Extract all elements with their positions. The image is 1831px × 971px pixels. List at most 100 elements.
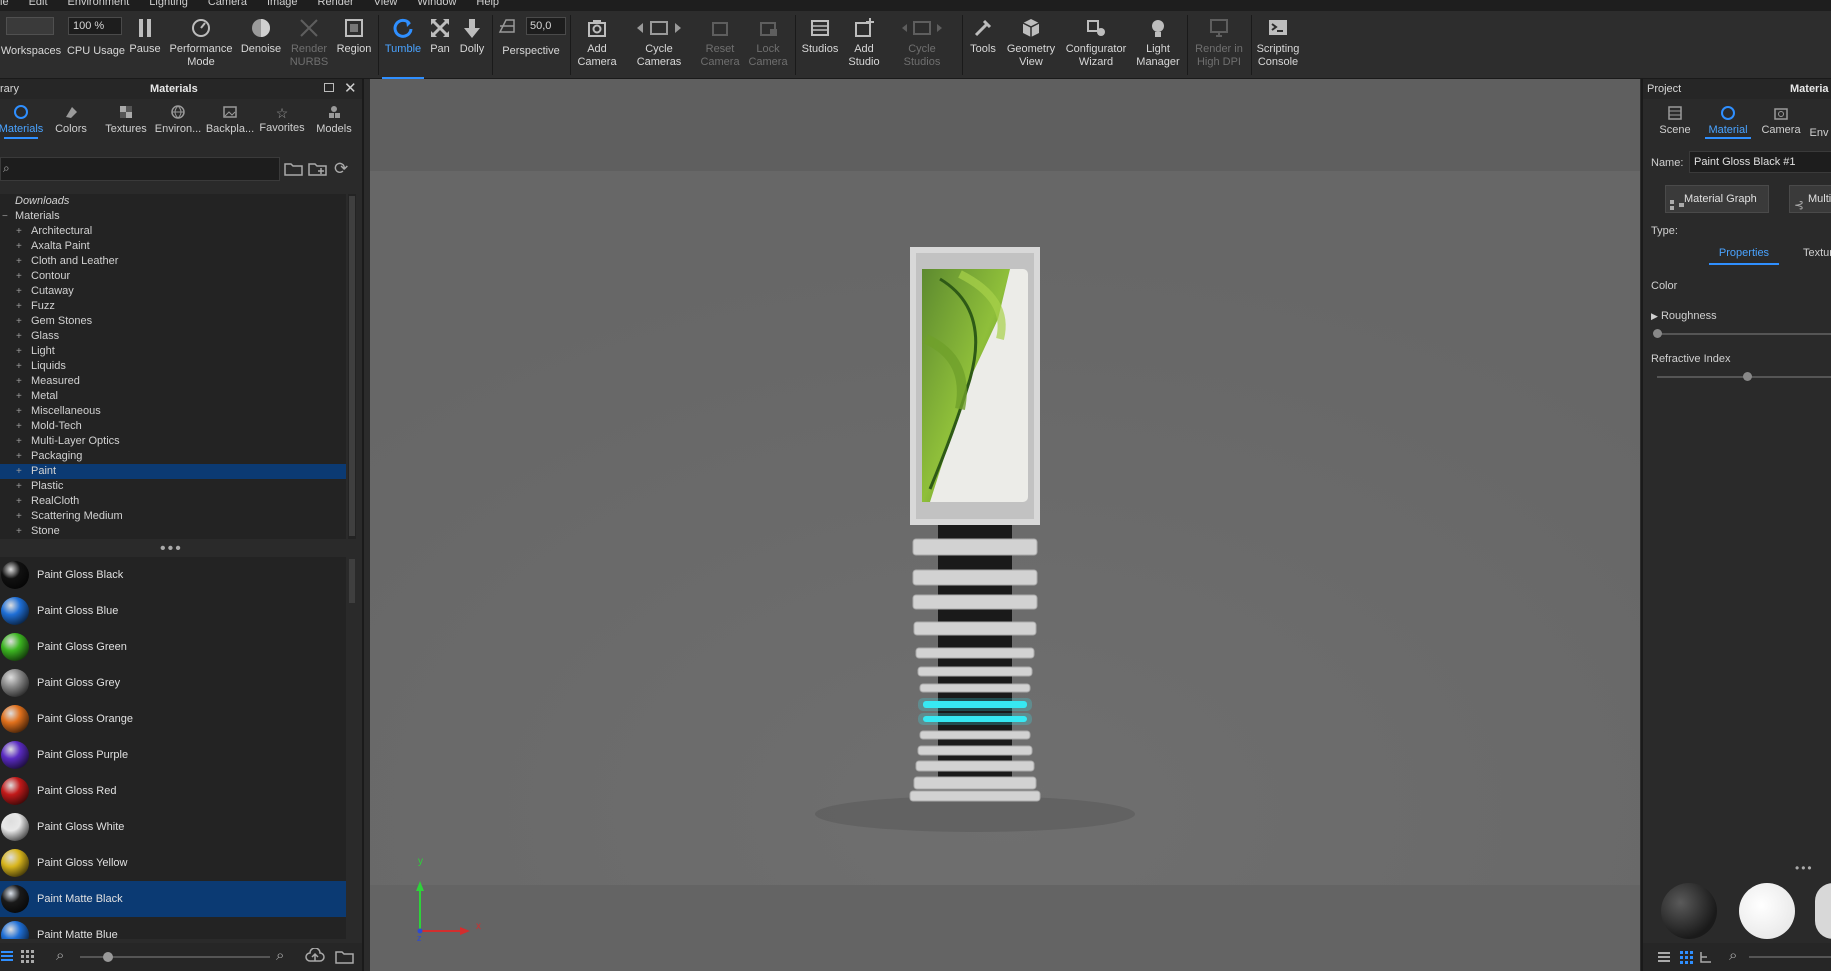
cloud-upload-icon[interactable] bbox=[305, 947, 325, 967]
expand-icon[interactable]: + bbox=[16, 449, 22, 464]
tab-camera[interactable]: Camera bbox=[1755, 101, 1807, 139]
material-list-item[interactable]: Paint Gloss Green bbox=[0, 629, 346, 665]
material-list-item[interactable]: Paint Matte Black bbox=[0, 881, 346, 917]
refresh-icon[interactable]: ⟳ bbox=[334, 159, 348, 179]
tab-colors[interactable]: Colors bbox=[42, 99, 100, 139]
preview-swatch-white[interactable] bbox=[1739, 883, 1795, 939]
workspaces-button[interactable]: Workspaces bbox=[0, 13, 62, 77]
add-folder-icon[interactable] bbox=[308, 161, 328, 180]
tools-button[interactable]: Tools bbox=[964, 13, 1002, 77]
thumbnail-size-slider-knob[interactable] bbox=[103, 952, 113, 962]
list-view-icon[interactable] bbox=[0, 949, 14, 966]
cycle-cameras-button[interactable]: Cycle Cameras bbox=[624, 13, 694, 77]
menu-environment[interactable]: Environment bbox=[68, 0, 130, 11]
denoise-button[interactable]: Denoise bbox=[237, 13, 285, 77]
tree-item[interactable]: + Glass bbox=[0, 329, 346, 344]
expand-icon[interactable]: + bbox=[16, 224, 22, 239]
performance-mode-button[interactable]: Performance Mode bbox=[166, 13, 236, 77]
tree-item[interactable]: + Liquids bbox=[0, 359, 346, 374]
configurator-wizard-button[interactable]: Configurator Wizard bbox=[1060, 13, 1132, 77]
lock-camera-button[interactable]: Lock Camera bbox=[745, 13, 791, 77]
add-studio-button[interactable]: Add Studio bbox=[843, 13, 885, 77]
render-nurbs-button[interactable]: Render NURBS bbox=[286, 13, 332, 77]
menu-window[interactable]: Window bbox=[417, 0, 456, 11]
render-viewport[interactable]: y x z bbox=[370, 79, 1640, 971]
material-list-item[interactable]: Paint Gloss Purple bbox=[0, 737, 346, 773]
preview-swatch-black[interactable] bbox=[1661, 883, 1717, 939]
tree-item[interactable]: + Fuzz bbox=[0, 299, 346, 314]
float-icon[interactable] bbox=[324, 83, 334, 92]
expand-icon[interactable]: + bbox=[16, 329, 22, 344]
expand-icon[interactable]: + bbox=[16, 239, 22, 254]
expand-icon[interactable]: + bbox=[16, 389, 22, 404]
material-list-item[interactable]: Paint Gloss White bbox=[0, 809, 346, 845]
tab-environment[interactable]: Env bbox=[1807, 101, 1831, 139]
light-manager-button[interactable]: Light Manager bbox=[1133, 13, 1183, 77]
open-folder-icon[interactable] bbox=[284, 161, 304, 180]
tab-environments[interactable]: Environ... bbox=[152, 99, 204, 139]
tree-item[interactable]: + Architectural bbox=[0, 224, 346, 239]
tree-item-materials[interactable]: − Materials bbox=[0, 209, 346, 224]
tree-item[interactable]: + Scattering Medium bbox=[0, 509, 346, 524]
region-button[interactable]: Region bbox=[333, 13, 375, 77]
close-icon[interactable]: ✕ bbox=[344, 79, 357, 99]
tree-item[interactable]: + Metal bbox=[0, 389, 346, 404]
tree-item[interactable]: + Axalta Paint bbox=[0, 239, 346, 254]
library-search-input[interactable]: ⌕ bbox=[0, 157, 280, 181]
expand-icon[interactable]: + bbox=[16, 479, 22, 494]
tree-item-downloads[interactable]: Downloads bbox=[0, 194, 346, 209]
cpu-usage-button[interactable]: CPU Usage bbox=[66, 13, 126, 77]
tree-item[interactable]: + Miscellaneous bbox=[0, 404, 346, 419]
material-graph-button[interactable]: Material Graph bbox=[1665, 185, 1769, 213]
tab-material[interactable]: Material bbox=[1701, 101, 1755, 139]
menu-edit[interactable]: Edit bbox=[29, 0, 48, 11]
expand-icon[interactable]: + bbox=[16, 374, 22, 389]
tree-item[interactable]: + Cutaway bbox=[0, 284, 346, 299]
material-list-item[interactable]: Paint Gloss Red bbox=[0, 773, 346, 809]
perspective-button[interactable]: Perspective bbox=[495, 13, 567, 77]
dolly-button[interactable]: Dolly bbox=[455, 13, 489, 77]
subtab-properties[interactable]: Properties bbox=[1705, 241, 1783, 265]
pan-button[interactable]: Pan bbox=[427, 13, 453, 77]
expand-icon[interactable]: + bbox=[16, 494, 22, 509]
material-list-item[interactable]: Paint Gloss Black bbox=[0, 557, 346, 593]
roughness-expander[interactable]: ▶ Roughness bbox=[1651, 310, 1717, 322]
tab-favorites[interactable]: ☆ Favorites bbox=[256, 99, 308, 139]
tree-item[interactable]: + Plastic bbox=[0, 479, 346, 494]
expand-icon[interactable]: + bbox=[16, 299, 22, 314]
expand-icon[interactable]: + bbox=[16, 419, 22, 434]
tree-item[interactable]: + Stone bbox=[0, 524, 346, 539]
roughness-slider-knob[interactable] bbox=[1653, 329, 1662, 338]
preview-swatch-third[interactable] bbox=[1815, 883, 1831, 939]
material-list-item[interactable]: Paint Gloss Yellow bbox=[0, 845, 346, 881]
zoom-in-icon[interactable]: ⌕ bbox=[276, 947, 284, 964]
expand-icon[interactable]: + bbox=[16, 269, 22, 284]
tab-backplates[interactable]: Backpla... bbox=[204, 99, 256, 139]
preview-splitter-handle[interactable]: ••• bbox=[1795, 861, 1814, 875]
tab-textures[interactable]: Textures bbox=[100, 99, 152, 139]
tree-item[interactable]: + Packaging bbox=[0, 449, 346, 464]
menu-help[interactable]: Help bbox=[476, 0, 499, 11]
zoom-out-icon[interactable]: ⌕ bbox=[1729, 947, 1737, 964]
expand-icon[interactable]: + bbox=[16, 434, 22, 449]
tree-item[interactable]: + Light bbox=[0, 344, 346, 359]
menu-image[interactable]: Image bbox=[267, 0, 298, 11]
grid-view-icon[interactable] bbox=[20, 949, 34, 966]
add-camera-button[interactable]: Add Camera bbox=[572, 13, 622, 77]
tree-item[interactable]: + Contour bbox=[0, 269, 346, 284]
tab-materials[interactable]: Materials bbox=[0, 99, 43, 139]
tree-scrollbar-thumb[interactable] bbox=[349, 196, 355, 536]
expand-icon[interactable]: + bbox=[16, 344, 22, 359]
zoom-out-icon[interactable]: ⌕ bbox=[56, 947, 64, 964]
material-list-scrollbar-thumb[interactable] bbox=[349, 559, 355, 603]
tree-item[interactable]: + Multi-Layer Optics bbox=[0, 434, 346, 449]
cycle-studios-button[interactable]: Cycle Studios bbox=[886, 13, 958, 77]
tree-item[interactable]: + Paint bbox=[0, 464, 346, 479]
studios-button[interactable]: Studios bbox=[797, 13, 843, 77]
render-high-dpi-button[interactable]: Render in High DPI bbox=[1189, 13, 1249, 77]
expand-icon[interactable]: + bbox=[16, 524, 22, 539]
menu-lighting[interactable]: Lighting bbox=[149, 0, 188, 11]
menu-camera[interactable]: Camera bbox=[208, 0, 247, 11]
refractive-index-slider-knob[interactable] bbox=[1743, 372, 1752, 381]
tree-item[interactable]: + Gem Stones bbox=[0, 314, 346, 329]
